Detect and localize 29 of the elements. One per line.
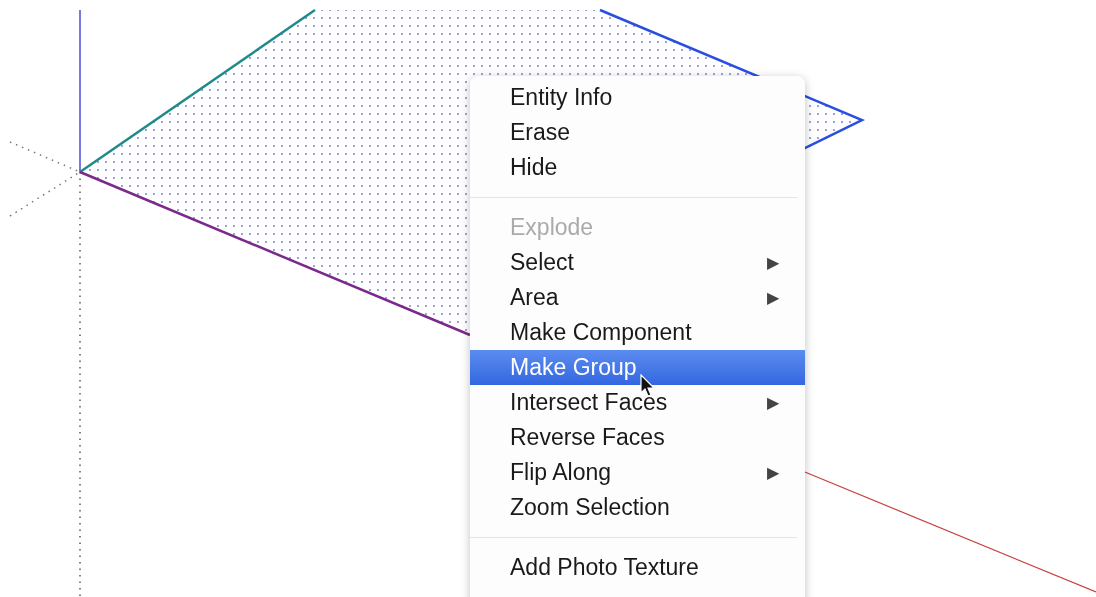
menu-item-label: Zoom Selection <box>510 494 671 521</box>
menu-item-label: Hide <box>510 154 559 181</box>
menu-item-label: Intersect Faces <box>510 389 669 416</box>
menu-item[interactable]: Zoom Selection <box>470 490 805 525</box>
menu-item[interactable]: Erase <box>470 115 805 150</box>
submenu-arrow: ▶ <box>767 393 779 412</box>
menu-item-label: Explode <box>510 214 595 241</box>
submenu-arrow: ▶ <box>767 288 779 307</box>
menu-item[interactable]: Hide <box>470 150 805 185</box>
menu-item[interactable]: Reverse Faces <box>470 420 805 455</box>
menu-item-label: Make Component <box>510 319 693 346</box>
menu-item-label: Area <box>510 284 560 311</box>
submenu-arrow: ▶ <box>767 463 779 482</box>
menu-item-label: Entity Info <box>510 84 614 111</box>
menu-item[interactable]: Entity Info <box>470 80 805 115</box>
menu-item-label: Reverse Faces <box>510 424 666 451</box>
menu-item[interactable]: Add Photo Texture <box>470 550 805 585</box>
menu-item-label: Flip Along <box>510 459 612 486</box>
menu-item[interactable]: Area ▶ <box>470 280 805 315</box>
menu-item[interactable]: Flip Along ▶ <box>470 455 805 490</box>
menu-item-label: Select <box>510 249 575 276</box>
menu-item-label: Add Photo Texture <box>510 554 700 581</box>
menu-item[interactable]: Intersect Faces ▶ <box>470 385 805 420</box>
submenu-arrow: ▶ <box>767 253 779 272</box>
menu-item-label: Erase <box>510 119 572 146</box>
menu-item[interactable]: Select ▶ <box>470 245 805 280</box>
menu-item[interactable]: Make Group <box>470 350 805 385</box>
menu-item[interactable]: Make Component <box>470 315 805 350</box>
menu-item-label: Make Group <box>510 354 638 381</box>
